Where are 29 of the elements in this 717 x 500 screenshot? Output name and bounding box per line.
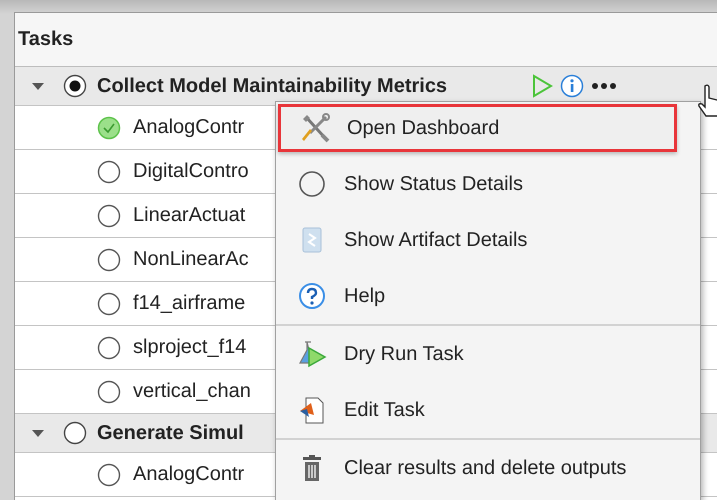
task-group-name: Generate Simul — [97, 422, 244, 444]
radio-icon[interactable] — [63, 421, 87, 445]
collapse-icon[interactable] — [31, 81, 45, 91]
task-name: NonLinearAc — [133, 248, 249, 271]
info-icon[interactable] — [560, 74, 584, 98]
menu-item[interactable]: Help — [276, 268, 700, 324]
flask-play-icon — [297, 339, 327, 369]
menu-item[interactable]: Clear results and delete outputs — [276, 440, 700, 496]
tools-icon — [300, 113, 330, 143]
task-name: DigitalContro — [133, 160, 249, 183]
help-icon — [297, 281, 327, 311]
menu-item[interactable]: Dry Run Task — [276, 326, 700, 382]
panel-title: Tasks — [18, 28, 74, 51]
menu-item[interactable]: Edit Task — [276, 382, 700, 438]
circle-icon — [297, 169, 327, 199]
task-name: AnalogContr — [133, 116, 244, 139]
menu-item[interactable]: Open Dashboard — [278, 104, 677, 152]
task-name: LinearActuat — [133, 204, 246, 227]
menu-item[interactable]: Show Artifact Details — [276, 212, 700, 268]
task-group-name: Collect Model Maintainability Metrics — [97, 74, 448, 98]
task-name: f14_airframe — [133, 292, 246, 315]
task-name: slproject_f14 — [133, 336, 246, 359]
task-name: AnalogContr — [133, 463, 244, 486]
collapse-icon[interactable] — [31, 428, 45, 438]
task-name: vertical_chan — [133, 380, 251, 403]
task-group-row[interactable]: Collect Model Maintainability Metrics — [15, 67, 717, 106]
radio-icon[interactable] — [63, 74, 87, 98]
more-icon[interactable] — [591, 82, 618, 90]
menu-item[interactable]: Show Status Details — [276, 156, 700, 212]
